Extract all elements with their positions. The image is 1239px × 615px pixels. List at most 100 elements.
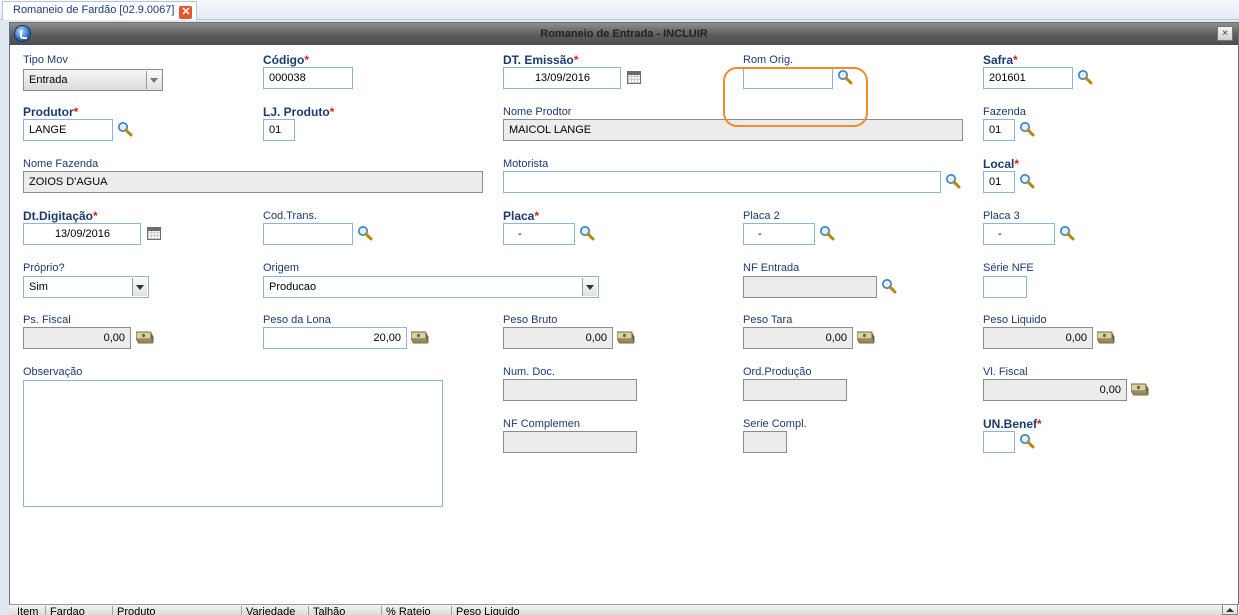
origem-select[interactable]: Producao	[263, 276, 599, 298]
nome-prodtor-field[interactable]: MAICOL LANGE	[503, 119, 963, 141]
peso-tara-field[interactable]: 0,00	[743, 327, 853, 349]
origem-value: Producao	[269, 281, 317, 293]
nf-entrada-label: NF Entrada	[743, 262, 800, 274]
nf-entrada-field[interactable]	[743, 276, 877, 298]
un-benef-label: UN.Benef	[983, 417, 1042, 431]
chevron-down-icon[interactable]	[146, 71, 161, 89]
lj-produto-label: LJ. Produto	[263, 105, 334, 119]
placa2-label: Placa 2	[743, 210, 780, 222]
produtor-field[interactable]: LANGE	[23, 119, 113, 141]
tab-close-icon[interactable]: ✕	[179, 6, 193, 19]
tab-bar: Romaneio de Fardão [02.9.0067] ✕	[0, 0, 1239, 20]
peso-liquido-label: Peso Liquido	[983, 314, 1047, 326]
observacao-label: Observação	[23, 366, 83, 378]
money-icon[interactable]	[857, 331, 876, 345]
dialog-title: Romaneio de Entrada - INCLUIR	[540, 28, 708, 40]
nome-fazenda-label: Nome Fazenda	[23, 158, 99, 170]
romaneio-form: Tipo Mov Entrada Código 000038 DT. Emiss…	[10, 45, 1238, 605]
grid-column-item[interactable]: Item	[13, 606, 38, 615]
safra-label: Safra	[983, 53, 1018, 67]
grid-column-peso-liquido[interactable]: Peso Liquido	[451, 606, 520, 615]
proprio-select[interactable]: Sim	[23, 276, 149, 298]
motorista-field[interactable]	[503, 171, 941, 193]
peso-bruto-field[interactable]: 0,00	[503, 327, 613, 349]
search-icon[interactable]	[1019, 121, 1035, 137]
search-icon[interactable]	[1077, 69, 1093, 85]
rom-orig-label: Rom Orig.	[743, 54, 794, 66]
money-icon[interactable]	[411, 331, 430, 345]
search-icon[interactable]	[945, 173, 961, 189]
money-icon[interactable]	[617, 331, 636, 345]
cod-trans-label: Cod.Trans.	[263, 210, 318, 222]
serie-compl-field[interactable]	[743, 431, 787, 453]
serie-nfe-field[interactable]	[983, 276, 1027, 298]
chevron-down-icon[interactable]	[132, 278, 147, 296]
placa-label: Placa	[503, 209, 539, 223]
search-icon[interactable]	[1059, 225, 1075, 241]
grid-column-produto[interactable]: Produto	[112, 606, 156, 615]
search-icon[interactable]	[1019, 433, 1035, 449]
local-field[interactable]: 01	[983, 171, 1015, 193]
vl-fiscal-label: Vl. Fiscal	[983, 366, 1028, 378]
codigo-label: Código	[263, 53, 309, 67]
search-icon[interactable]	[881, 278, 897, 294]
nf-complemen-field[interactable]	[503, 431, 637, 453]
ps-fiscal-label: Ps. Fiscal	[23, 314, 71, 326]
peso-lona-field[interactable]: 20,00	[263, 327, 407, 349]
nf-complemen-label: NF Complemen	[503, 418, 581, 430]
tab-romaneio-fardao[interactable]: Romaneio de Fardão [02.9.0067] ✕	[2, 1, 198, 20]
nome-prodtor-label: Nome Prodtor	[503, 106, 572, 118]
romaneio-dialog: Romaneio de Entrada - INCLUIR × Tipo Mov…	[9, 22, 1239, 615]
tipo-mov-value: Entrada	[29, 74, 68, 86]
fazenda-field[interactable]: 01	[983, 119, 1015, 141]
chevron-down-icon[interactable]	[582, 278, 597, 296]
calendar-icon[interactable]	[627, 71, 641, 84]
peso-liquido-field[interactable]: 0,00	[983, 327, 1093, 349]
search-icon[interactable]	[819, 225, 835, 241]
tab-label: Romaneio de Fardão [02.9.0067]	[13, 4, 175, 16]
search-icon[interactable]	[579, 225, 595, 241]
serie-compl-label: Serie Compl.	[743, 418, 807, 430]
search-icon[interactable]	[1019, 173, 1035, 189]
dt-emissao-field[interactable]: 13/09/2016	[503, 67, 621, 89]
codigo-field[interactable]: 000038	[263, 67, 353, 89]
grid-scroll-up-button[interactable]	[1222, 604, 1238, 615]
observacao-textarea[interactable]	[23, 380, 443, 507]
search-icon[interactable]	[117, 121, 133, 137]
placa-field[interactable]: -	[503, 223, 575, 245]
placa3-label: Placa 3	[983, 210, 1020, 222]
dt-digitacao-field[interactable]: 13/09/2016	[23, 223, 141, 245]
vl-fiscal-field[interactable]: 0,00	[983, 379, 1127, 401]
produtor-label: Produtor	[23, 105, 78, 119]
nome-fazenda-field[interactable]: ZOIOS D'AGUA	[23, 171, 483, 193]
grid-column-rateio[interactable]: % Rateio	[381, 606, 431, 615]
dt-emissao-label: DT. Emissão	[503, 53, 578, 67]
search-icon[interactable]	[837, 69, 853, 85]
ps-fiscal-field[interactable]: 0,00	[23, 327, 131, 349]
proprio-value: Sim	[29, 281, 48, 293]
rom-orig-field[interactable]	[743, 67, 833, 89]
tipo-mov-label: Tipo Mov	[23, 54, 68, 66]
tipo-mov-select[interactable]: Entrada	[23, 69, 163, 91]
safra-field[interactable]: 201601	[983, 67, 1073, 89]
peso-tara-label: Peso Tara	[743, 314, 793, 326]
grid-column-talhao[interactable]: Talhão	[308, 606, 345, 615]
ord-producao-field[interactable]	[743, 379, 847, 401]
grid-column-variedade[interactable]: Variedade	[241, 606, 295, 615]
dialog-close-button[interactable]: ×	[1217, 26, 1233, 41]
money-icon[interactable]	[1097, 331, 1116, 345]
num-doc-label: Num. Doc.	[503, 366, 555, 378]
num-doc-field[interactable]	[503, 379, 637, 401]
search-icon[interactable]	[357, 225, 373, 241]
lj-produto-field[interactable]: 01	[263, 119, 295, 141]
grid-column-fardao[interactable]: Fardao	[45, 606, 85, 615]
un-benef-field[interactable]	[983, 431, 1015, 453]
placa2-field[interactable]: -	[743, 223, 815, 245]
placa3-field[interactable]: -	[983, 223, 1055, 245]
cod-trans-field[interactable]	[263, 223, 353, 245]
money-icon[interactable]	[136, 331, 155, 345]
calendar-icon[interactable]	[147, 227, 161, 240]
money-icon[interactable]	[1131, 383, 1150, 397]
serie-nfe-label: Série NFE	[983, 262, 1034, 274]
local-label: Local	[983, 157, 1019, 171]
